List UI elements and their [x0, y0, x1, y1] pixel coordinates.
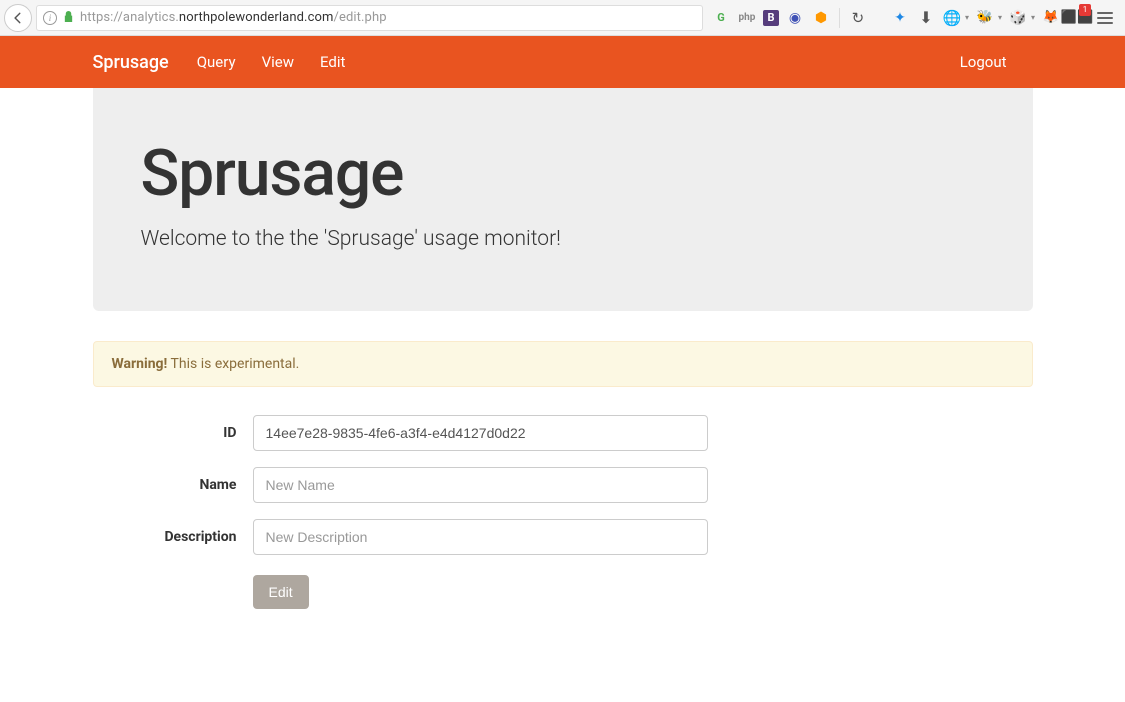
hamburger-menu[interactable]: [1093, 6, 1117, 30]
wave-icon[interactable]: ◉: [785, 8, 805, 28]
jumbotron: Sprusage Welcome to the the 'Sprusage' u…: [93, 88, 1033, 311]
alert-warning: Warning! This is experimental.: [93, 341, 1033, 387]
dice-icon[interactable]: 🎲: [1008, 8, 1028, 28]
id-input[interactable]: [253, 415, 708, 451]
download-icon[interactable]: ⬇: [916, 8, 936, 28]
page-subtitle: Welcome to the the 'Sprusage' usage moni…: [141, 227, 985, 251]
nav-view[interactable]: View: [262, 53, 294, 71]
fox-icon[interactable]: 🦊: [1041, 8, 1061, 28]
browser-toolbar: i https://analytics.northpolewonderland.…: [0, 0, 1125, 36]
edit-button[interactable]: Edit: [253, 575, 309, 609]
bootstrap-icon[interactable]: B: [763, 10, 779, 26]
back-button[interactable]: [4, 4, 32, 32]
shield-icon[interactable]: ⬢: [811, 8, 831, 28]
description-input[interactable]: [253, 519, 708, 555]
nav-logout[interactable]: Logout: [960, 53, 1007, 71]
arrow-left-icon: [11, 11, 25, 25]
name-label: Name: [93, 477, 253, 493]
brand[interactable]: Sprusage: [93, 52, 169, 73]
app-navbar: Sprusage Query View Edit Logout: [0, 36, 1125, 88]
php-icon[interactable]: php: [737, 8, 757, 28]
chevron-down-icon[interactable]: ▾: [998, 13, 1002, 22]
address-bar[interactable]: i https://analytics.northpolewonderland.…: [36, 5, 703, 31]
globe-icon[interactable]: 🌐: [942, 8, 962, 28]
info-icon[interactable]: i: [43, 11, 57, 25]
edit-form: ID Name Description Edit: [93, 415, 1033, 609]
puzzle-icon[interactable]: ✦: [890, 8, 910, 28]
id-label: ID: [93, 425, 253, 441]
chevron-down-icon[interactable]: ▾: [965, 13, 969, 22]
lock-icon: [63, 10, 74, 26]
bee-icon[interactable]: 🐝: [975, 8, 995, 28]
url-text: https://analytics.northpolewonderland.co…: [80, 10, 387, 25]
name-input[interactable]: [253, 467, 708, 503]
chevron-down-icon[interactable]: ▾: [1031, 13, 1035, 22]
notify-icon[interactable]: ⬛⬛ 1: [1067, 8, 1087, 28]
nav-edit[interactable]: Edit: [320, 53, 345, 71]
g-icon[interactable]: G: [711, 8, 731, 28]
description-label: Description: [93, 529, 253, 545]
reload-button[interactable]: ↻: [848, 8, 868, 28]
alert-text: This is experimental.: [167, 356, 299, 372]
badge-count: 1: [1079, 4, 1091, 16]
alert-strong: Warning!: [112, 356, 168, 372]
page-title: Sprusage: [141, 136, 985, 211]
nav-query[interactable]: Query: [197, 53, 236, 71]
main-content: Sprusage Welcome to the the 'Sprusage' u…: [93, 88, 1033, 609]
divider: [839, 8, 840, 28]
toolbar-right: G php B ◉ ⬢ ↻ ✦ ⬇ 🌐 ▾ 🐝 ▾ 🎲 ▾ 🦊 ⬛⬛ 1: [707, 6, 1121, 30]
